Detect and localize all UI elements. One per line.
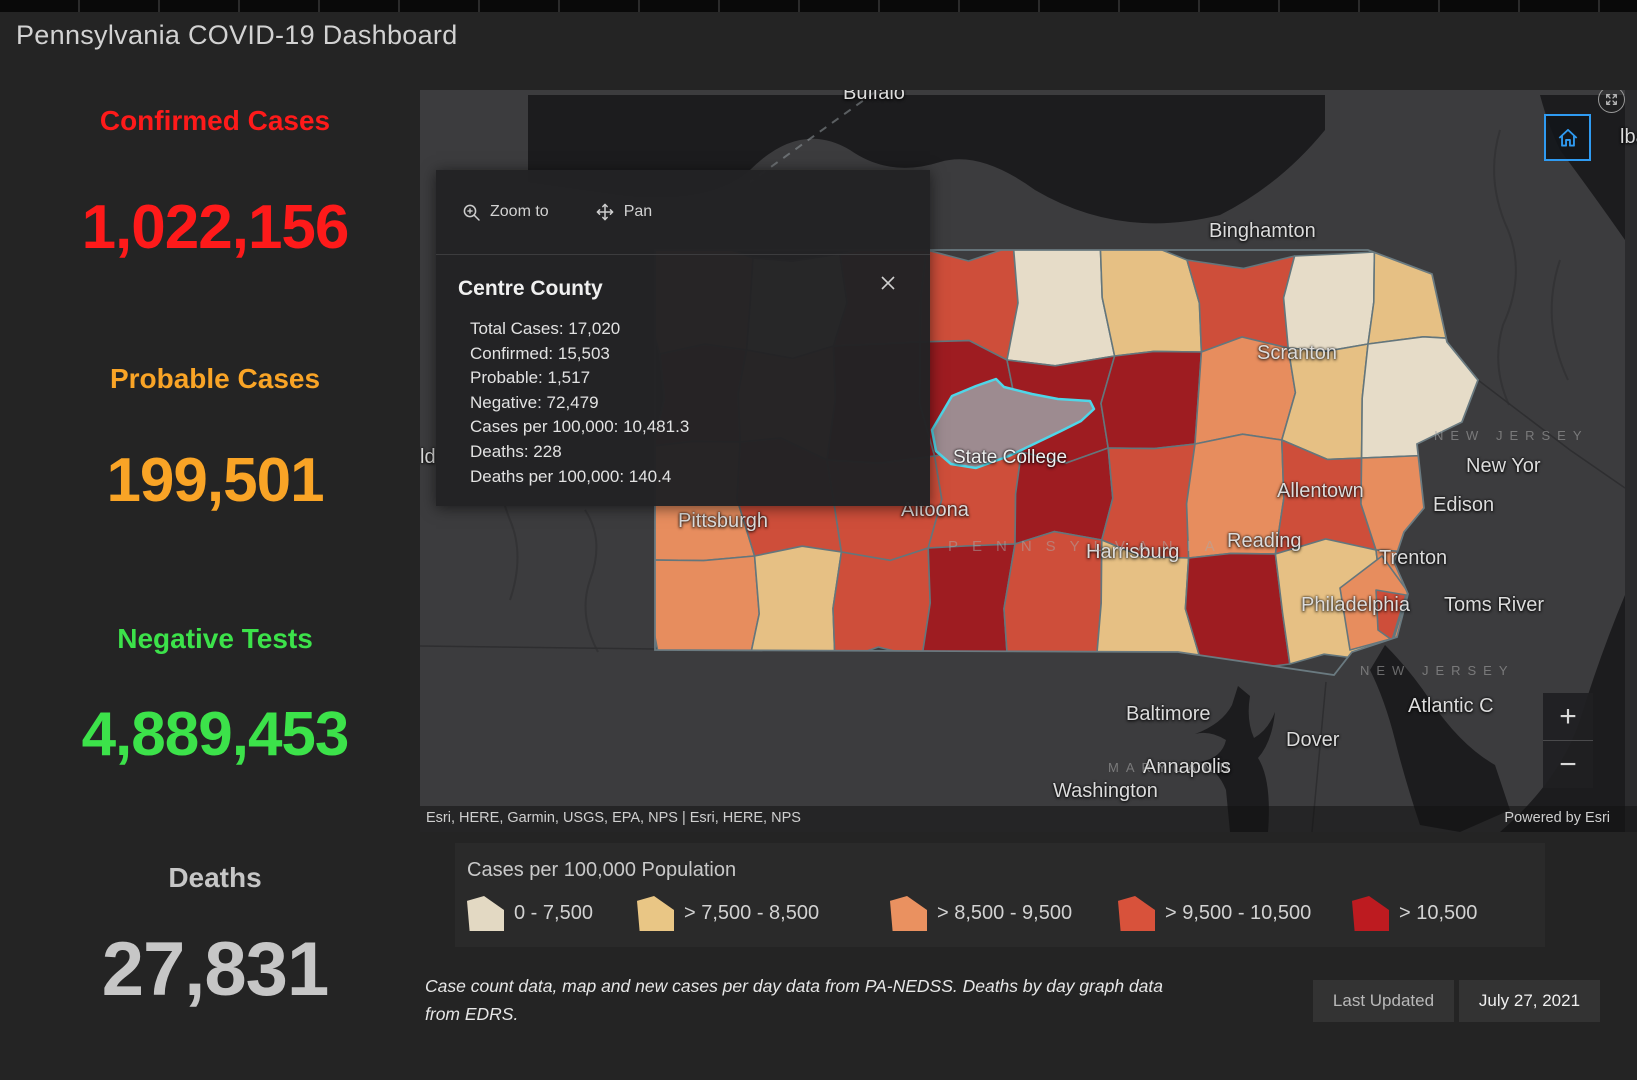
zoom-out-button[interactable]: −: [1543, 741, 1593, 788]
county-shape[interactable]: [1282, 251, 1376, 353]
legend-swatch: [467, 896, 504, 931]
legend-title: Cases per 100,000 Population: [467, 859, 737, 881]
last-updated-value: July 27, 2021: [1459, 980, 1600, 1022]
stat-label: Negative Tests: [117, 623, 313, 654]
stat-value: 199,501: [106, 446, 324, 515]
attribution-text: Esri, HERE, Garmin, USGS, EPA, NPS | Esr…: [426, 810, 801, 826]
popup-stats: Total Cases: 17,020 Confirmed: 15,503 Prob…: [470, 317, 930, 489]
county-shape[interactable]: [1100, 350, 1203, 450]
popup-stat-line: Cases per 100,000: 10,481.3: [470, 417, 690, 437]
stat-confirmed-cases: Confirmed Cases 1,022,156: [10, 105, 420, 263]
stat-label: Probable Cases: [109, 363, 321, 394]
popup-stat-line: Total Cases: 17,020: [470, 319, 621, 338]
home-icon: [1558, 128, 1577, 147]
stat-deaths: Deaths 27,831: [10, 862, 420, 1013]
magnifier-plus-icon: [463, 204, 480, 221]
stat-label: Confirmed Cases: [99, 105, 331, 136]
zoom-in-button[interactable]: +: [1543, 693, 1593, 740]
county-shape[interactable]: [1014, 447, 1114, 545]
pan-button[interactable]: Pan: [595, 202, 652, 222]
popup-stat-line: Deaths: 228: [470, 441, 562, 461]
legend-label: > 10,500: [1399, 902, 1478, 924]
legend-swatch: [890, 896, 927, 931]
stat-value: 1,022,156: [81, 193, 350, 262]
county-shape[interactable]: [1006, 242, 1116, 367]
legend-swatch: [1118, 896, 1155, 931]
legend-item: > 7,500 - 8,500: [637, 896, 819, 931]
stat-probable-cases: Probable Cases 199,501: [10, 363, 420, 516]
county-shape[interactable]: [1280, 343, 1369, 461]
pan-label: Pan: [623, 203, 653, 220]
move-arrows-icon: [596, 203, 614, 221]
legend-item: > 8,500 - 9,500: [890, 896, 1072, 931]
county-popup: Zoom to Pan Centre County Total Cases: 1…: [436, 170, 930, 506]
zoom-to-label: Zoom to: [490, 203, 549, 220]
county-shape[interactable]: [1194, 336, 1297, 445]
popup-toolbar: Zoom to Pan: [436, 170, 930, 255]
dashboard-header: Pennsylvania COVID-19 Dashboard: [0, 12, 1637, 58]
popup-stat-line: Negative: 72,479: [470, 392, 599, 412]
county-shape[interactable]: [1100, 443, 1196, 559]
zoom-to-button[interactable]: Zoom to: [462, 203, 549, 222]
popup-title: Centre County: [458, 277, 603, 300]
data-source-note: Case count data, map and new cases per d…: [425, 976, 1163, 1025]
map-zoom-control: + −: [1543, 693, 1593, 788]
map-canvas[interactable]: Buffalo Binghamton Scranton Allentown New Yo…: [420, 90, 1637, 832]
map-right-gutter: [1625, 90, 1637, 832]
legend-label: > 7,500 - 8,500: [684, 902, 820, 924]
legend-panel: Cases per 100,000 Population 0 - 7,500 > …: [455, 843, 1545, 947]
legend-swatch: [1352, 896, 1389, 931]
county-shape[interactable]: [1184, 552, 1291, 670]
legend-item: 0 - 7,500: [467, 896, 593, 931]
page-title: Pennsylvania COVID-19 Dashboard: [16, 20, 458, 50]
home-button[interactable]: [1544, 114, 1591, 161]
legend-label: 0 - 7,500: [514, 902, 593, 924]
legend-item: > 10,500: [1352, 896, 1477, 931]
stat-value: 4,889,453: [81, 700, 350, 769]
close-icon[interactable]: [880, 275, 896, 296]
map-attribution-bar: Esri, HERE, Garmin, USGS, EPA, NPS | Esr…: [420, 806, 1637, 832]
legend-swatch: [637, 896, 674, 931]
expand-arrows-icon: [1606, 94, 1617, 105]
legend-label: > 8,500 - 9,500: [937, 902, 1073, 924]
powered-by-esri: Powered by Esri: [1504, 810, 1610, 826]
last-updated-label: Last Updated: [1313, 980, 1454, 1022]
stat-label: Deaths: [168, 862, 262, 893]
legend-label: > 9,500 - 10,500: [1165, 902, 1312, 924]
county-shape[interactable]: [1185, 433, 1285, 559]
county-shape[interactable]: [1099, 242, 1203, 357]
county-shape[interactable]: [747, 545, 843, 667]
popup-stat-line: Confirmed: 15,503: [470, 343, 610, 363]
stat-value: 27,831: [101, 927, 329, 1012]
legend-item: > 9,500 - 10,500: [1118, 896, 1311, 931]
county-shape[interactable]: [832, 547, 932, 663]
popup-stat-line: Probable: 1,517: [470, 368, 591, 388]
popup-stat-line: Deaths per 100,000: 140.4: [470, 466, 672, 486]
browser-top-strip: [0, 0, 1637, 12]
stat-negative-tests: Negative Tests 4,889,453: [10, 623, 420, 770]
